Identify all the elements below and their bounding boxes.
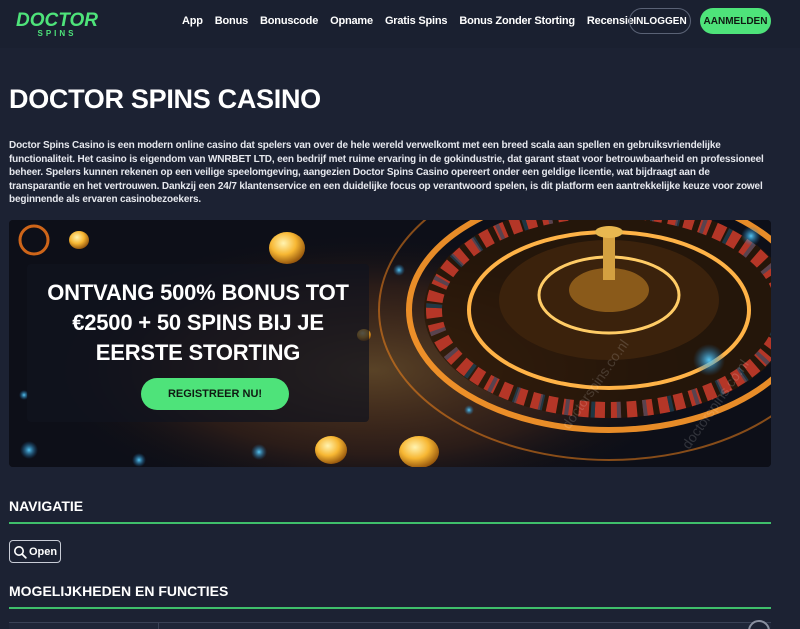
table-divider (158, 623, 159, 629)
section-divider (9, 607, 771, 609)
promo-headline: ONTVANG 500% BONUS TOT €2500 + 50 SPINS … (27, 278, 369, 368)
open-toc-button[interactable]: Open (9, 540, 61, 563)
features-table (9, 622, 771, 629)
nav-item-bonus[interactable]: Bonus (215, 15, 248, 27)
site-header: DOCTOR SPINS App Bonus Bonuscode Opname … (0, 0, 800, 48)
register-button[interactable]: REGISTREER NU! (141, 378, 289, 410)
promo-line-3: EERSTE STORTING (95, 340, 301, 365)
nav-item-bonus-zonder-storting[interactable]: Bonus Zonder Storting (459, 15, 575, 27)
promo-line-2: €2500 + 50 SPINS BIJ JE (72, 310, 324, 335)
nav-item-recensie[interactable]: Recensie (587, 15, 634, 27)
promo-line-1: ONTVANG 500% BONUS TOT (47, 280, 349, 305)
login-button[interactable]: INLOGGEN (629, 8, 691, 34)
search-icon (13, 545, 27, 559)
open-label: Open (28, 545, 58, 558)
logo-text-sub: SPINS (37, 29, 76, 38)
nav-item-gratis-spins[interactable]: Gratis Spins (385, 15, 448, 27)
nav-item-app[interactable]: App (182, 15, 203, 27)
nav-item-opname[interactable]: Opname (330, 15, 373, 27)
intro-paragraph: Doctor Spins Casino is een modern online… (9, 140, 764, 206)
section-divider (9, 522, 771, 524)
main-nav: App Bonus Bonuscode Opname Gratis Spins … (182, 0, 646, 42)
nav-item-bonuscode[interactable]: Bonuscode (260, 15, 318, 27)
nav-section-heading: NAVIGATIE (9, 498, 84, 514)
signup-button[interactable]: AANMELDEN (700, 8, 771, 34)
promo-banner: doctorspins.co.nl doctorspins.co.nl ONTV… (9, 220, 771, 467)
page-title: DOCTOR SPINS CASINO (9, 84, 321, 114)
promo-box: ONTVANG 500% BONUS TOT €2500 + 50 SPINS … (27, 264, 369, 422)
logo[interactable]: DOCTOR SPINS (14, 7, 100, 39)
features-section-heading: MOGELIJKHEDEN EN FUNCTIES (9, 583, 229, 599)
logo-text-main: DOCTOR (16, 10, 98, 31)
